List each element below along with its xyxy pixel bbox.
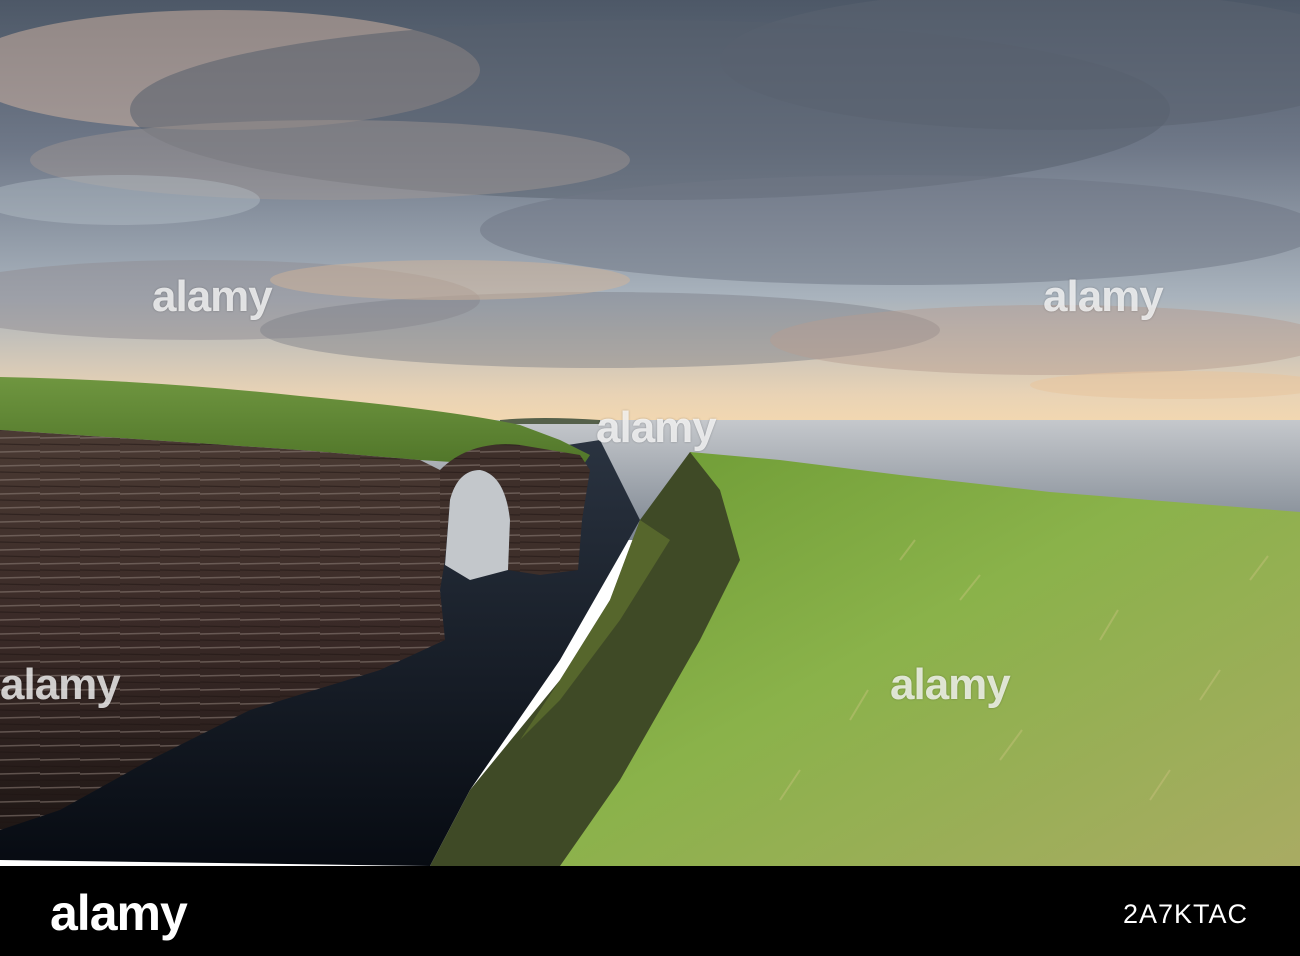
alamy-logo: alamy (50, 885, 188, 941)
stock-photo: alamy alamy alamy alamy alamy (0, 0, 1300, 866)
watermark: alamy (152, 272, 273, 321)
watermark: alamy (890, 660, 1011, 709)
watermark: alamy (0, 660, 121, 709)
footer-bar: alamy 2A7KTAC (0, 866, 1300, 956)
watermark: alamy (596, 403, 717, 452)
clouds (0, 0, 1300, 399)
image-id: 2A7KTAC (1122, 899, 1248, 929)
watermark: alamy (1043, 272, 1164, 321)
